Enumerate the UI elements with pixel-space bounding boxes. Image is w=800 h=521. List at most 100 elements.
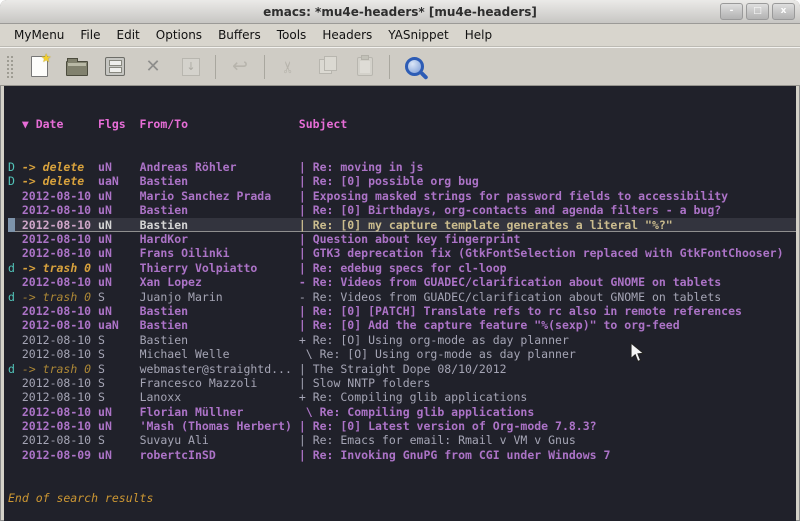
message-row[interactable]: 2012-08-09 uN robertcInSD | Re: Invoking… — [8, 448, 796, 462]
maximize-button[interactable]: □ — [746, 3, 769, 20]
message-flags-from: uN Xan Lopez — [91, 275, 299, 289]
message-date: 2012-08-10 — [22, 232, 91, 246]
message-row[interactable]: 2012-08-10 S Francesco Mazzoli | Slow NN… — [8, 376, 796, 390]
mark-indicator — [8, 347, 15, 361]
mark-indicator — [8, 218, 15, 232]
emacs-frame: ▼ Date Flgs From/To Subject D -> delete … — [0, 86, 800, 521]
message-subject: | Re: [0] Latest version of Org-mode 7.8… — [299, 419, 597, 433]
message-date: 2012-08-10 — [22, 376, 91, 390]
menu-options[interactable]: Options — [148, 26, 210, 44]
emacs-window: emacs: *mu4e-headers* [mu4e-headers] - □… — [0, 0, 800, 521]
toolbar-separator — [264, 55, 265, 79]
menu-edit[interactable]: Edit — [109, 26, 148, 44]
message-flags-from: uN 'Mash (Thomas Herbert) — [91, 419, 299, 433]
message-row[interactable]: 2012-08-10 uN Florian Müllner \ Re: Comp… — [8, 405, 796, 419]
new-file-icon: ★ — [31, 56, 48, 77]
message-subject: | Slow NNTP folders — [299, 376, 431, 390]
toolbar-drag-handle[interactable] — [6, 55, 14, 79]
mark-indicator: D — [8, 160, 15, 174]
mark-indicator — [8, 433, 15, 447]
message-row[interactable]: 2012-08-10 S Suvayu Ali | Re: Emacs for … — [8, 433, 796, 447]
message-subject: | Exposing masked strings for password f… — [299, 189, 728, 203]
undo-icon: ↩ — [232, 57, 248, 76]
message-row[interactable]: 2012-08-10 uN Xan Lopez - Re: Videos fro… — [8, 275, 796, 289]
search-icon — [405, 57, 424, 76]
message-subject: - Re: Videos from GUADEC/clarification a… — [299, 275, 721, 289]
message-subject: \ Re: Compiling glib applications — [299, 405, 534, 419]
message-row[interactable]: 2012-08-10 S Michael Welle \ Re: [O] Usi… — [8, 347, 796, 361]
message-subject: | Re: [0] my capture template generates … — [299, 218, 673, 232]
close-buffer-button[interactable]: ✕ — [138, 53, 168, 81]
message-row[interactable]: 2012-08-10 uaN Bastien | Re: [0] Add the… — [8, 318, 796, 332]
message-subject: | The Straight Dope 08/10/2012 — [299, 362, 507, 376]
mark-indicator — [8, 246, 15, 260]
header-line[interactable]: ▼ Date Flgs From/To Subject — [8, 117, 796, 131]
message-list-area[interactable]: ▼ Date Flgs From/To Subject D -> delete … — [4, 86, 796, 521]
mark-indicator — [8, 275, 15, 289]
mark-indicator: d — [8, 362, 15, 376]
mark-indicator: D — [8, 174, 15, 188]
message-date: 2012-08-10 — [22, 390, 91, 404]
message-date: 2012-08-10 — [22, 433, 91, 447]
menu-file[interactable]: File — [72, 26, 108, 44]
menu-headers[interactable]: Headers — [314, 26, 380, 44]
mark-indicator: d — [8, 290, 15, 304]
message-date: 2012-08-10 — [22, 218, 91, 232]
message-subject: | Re: [0] [PATCH] Translate refs to rc a… — [299, 304, 742, 318]
menu-yasnippet[interactable]: YASnippet — [380, 26, 457, 44]
search-button[interactable] — [399, 53, 429, 81]
message-row[interactable]: D -> delete uaN Bastien | Re: [0] possib… — [8, 174, 796, 188]
message-row[interactable]: d -> trash 0 S webmaster@straightd... | … — [8, 362, 796, 376]
message-flags-from: uN Bastien — [91, 218, 299, 232]
new-file-button[interactable]: ★ — [24, 53, 54, 81]
message-flags-from: uN HardKor — [91, 232, 299, 246]
message-date: 2012-08-10 — [22, 347, 91, 361]
message-flags-from: S Bastien — [91, 333, 299, 347]
message-date: 2012-08-10 — [22, 333, 91, 347]
title-bar[interactable]: emacs: *mu4e-headers* [mu4e-headers] - □… — [0, 0, 800, 24]
toolbar-separator — [389, 55, 390, 79]
message-flags-from: uN robertcInSD — [91, 448, 299, 462]
message-flags-from: uN Bastien — [91, 203, 299, 217]
save-as-icon: ↓ — [182, 58, 200, 76]
mark-indicator — [8, 203, 15, 217]
menu-mymenu[interactable]: MyMenu — [6, 26, 72, 44]
message-row[interactable]: 2012-08-10 uN Bastien | Re: [0] Birthday… — [8, 203, 796, 217]
mark-indicator: d — [8, 261, 15, 275]
message-flags-from: S Juanjo Marin — [91, 290, 299, 304]
message-row[interactable]: 2012-08-10 uN Bastien | Re: [0] [PATCH] … — [8, 304, 796, 318]
menu-help[interactable]: Help — [457, 26, 500, 44]
mark-indicator — [8, 376, 15, 390]
message-flags-from: uN Frans Oilinki — [91, 246, 299, 260]
message-row[interactable]: 2012-08-10 S Lanoxx + Re: Compiling glib… — [8, 390, 796, 404]
message-row[interactable]: 2012-08-10 S Bastien + Re: [O] Using org… — [8, 333, 796, 347]
save-buffer-button[interactable] — [100, 53, 130, 81]
message-row[interactable]: 2012-08-10 uN Frans Oilinki | GTK3 depre… — [8, 246, 796, 260]
end-of-search-results: End of search results — [8, 491, 796, 505]
message-row[interactable]: d -> trash 0 uN Thierry Volpiatto | Re: … — [8, 261, 796, 275]
menu-buffers[interactable]: Buffers — [210, 26, 269, 44]
message-date: 2012-08-10 — [22, 275, 91, 289]
message-flags-from: S Francesco Mazzoli — [91, 376, 299, 390]
message-flags-from: uN Andreas Röhler — [91, 160, 299, 174]
message-row[interactable]: 2012-08-10 uN HardKor | Question about k… — [8, 232, 796, 246]
mark-indicator — [8, 304, 15, 318]
open-folder-button[interactable] — [62, 53, 92, 81]
message-subject: | Re: moving in js — [299, 160, 424, 174]
message-subject: + Re: [O] Using org-mode as day planner — [299, 333, 569, 347]
copy-button — [312, 53, 342, 81]
undo-button: ↩ — [225, 53, 255, 81]
message-subject: | Re: edebug specs for cl-loop — [299, 261, 507, 275]
minimize-button[interactable]: - — [720, 3, 743, 20]
menu-tools[interactable]: Tools — [269, 26, 315, 44]
message-date: 2012-08-10 — [22, 405, 91, 419]
mark-indicator — [8, 189, 15, 203]
message-row[interactable]: D -> delete uN Andreas Röhler | Re: movi… — [8, 160, 796, 174]
message-date: 2012-08-10 — [22, 419, 91, 433]
message-date: -> trash 0 — [22, 290, 91, 304]
close-button[interactable]: x — [772, 3, 795, 20]
message-row[interactable]: d -> trash 0 S Juanjo Marin - Re: Videos… — [8, 290, 796, 304]
message-row[interactable]: 2012-08-10 uN Bastien | Re: [0] my captu… — [8, 218, 796, 232]
message-row[interactable]: 2012-08-10 uN 'Mash (Thomas Herbert) | R… — [8, 419, 796, 433]
message-row[interactable]: 2012-08-10 uN Mario Sanchez Prada | Expo… — [8, 189, 796, 203]
